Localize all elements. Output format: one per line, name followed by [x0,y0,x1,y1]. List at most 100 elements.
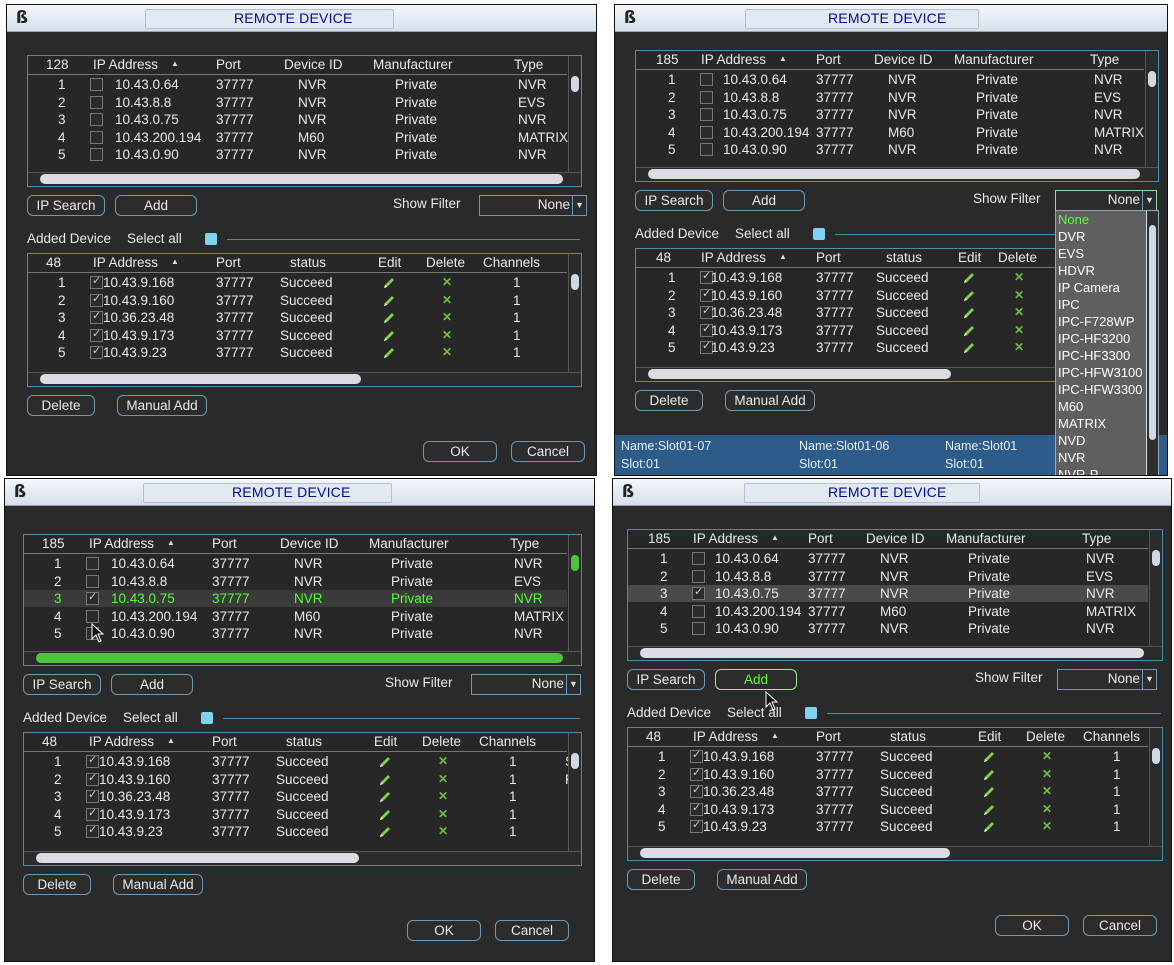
column-header-device-id[interactable]: Device ID [874,51,933,69]
ok-button[interactable]: OK [995,915,1069,936]
column-header-ip-address[interactable]: IP Address [701,51,766,69]
filter-option[interactable]: IPC-HFW3100 [1056,364,1146,382]
filter-option[interactable]: NVR [1056,449,1146,467]
column-header-status[interactable]: status [290,254,326,272]
filter-option[interactable]: IP Camera [1056,279,1146,297]
add-button[interactable]: Add [115,195,197,216]
delete-x-icon[interactable]: ✕ [1014,324,1026,336]
added-device-table[interactable]: 48 IP Address ▲ Port status Edit Delete Channel… [627,727,1163,861]
column-header-status[interactable]: status [890,728,926,746]
column-header-port[interactable]: Port [816,51,841,69]
select-all-checkbox[interactable] [205,233,217,245]
added-table-row[interactable]: 5 ✓ 10.43.9.23 37777 Succeed ✕ 1 [24,823,567,840]
delete-x-icon[interactable]: ✕ [1042,750,1054,762]
scroll-thumb[interactable] [40,174,563,184]
delete-x-icon[interactable]: ✕ [1014,341,1026,353]
row-checkbox[interactable]: ✓ [90,328,103,342]
edit-pencil-icon[interactable] [982,803,996,817]
column-header-type[interactable]: Type [1082,530,1111,548]
added-table-row[interactable]: 2✓10.43.9.16037777Succeed✕1F [24,771,573,788]
search-result-table[interactable]: 128 IP Address ▲ Port Device ID Manufacturer T… [27,55,582,187]
delete-x-icon[interactable]: ✕ [442,294,454,306]
column-header-port[interactable]: Port [816,728,841,746]
filter-option[interactable]: DVR [1056,228,1146,246]
column-header-delete[interactable]: Delete [998,249,1037,267]
ip-search-button[interactable]: IP Search [23,674,101,695]
added-table-row[interactable]: 3 ✓ 10.36.23.48 37777 Succeed ✕ 1 [628,783,1148,800]
add-button[interactable]: Add [715,669,797,690]
scroll-thumb[interactable] [648,369,951,379]
row-checkbox[interactable] [700,73,713,86]
column-header-channels[interactable]: Channels [1083,728,1140,746]
cancel-button[interactable]: Cancel [1083,915,1157,936]
row-checkbox[interactable]: ✓ [692,586,705,600]
ip-search-button[interactable]: IP Search [635,190,713,211]
row-checkbox[interactable]: ✓ [86,824,99,838]
column-header-type[interactable]: Type [514,56,543,74]
scroll-thumb[interactable] [36,653,563,663]
row-checkbox[interactable] [90,130,103,144]
column-header-manufacturer[interactable]: Manufacturer [946,530,1026,548]
delete-button[interactable]: Delete [23,874,91,895]
row-checkbox[interactable]: ✓ [690,784,703,798]
search-horizontal-scrollbar[interactable] [636,167,1158,181]
added-vertical-scrollbar[interactable] [1149,728,1162,846]
row-checkbox[interactable] [692,569,705,583]
edit-pencil-icon[interactable] [378,825,392,839]
row-checkbox[interactable] [700,125,713,139]
row-checkbox[interactable]: ✓ [690,767,703,781]
row-checkbox[interactable] [700,143,713,156]
column-header-port[interactable]: Port [216,56,241,74]
column-header-device-id[interactable]: Device ID [280,535,339,553]
delete-x-icon[interactable]: ✕ [438,808,450,820]
added-table-row[interactable]: 4 ✓ 10.43.9.173 37777 Succeed ✕ 1 [628,801,1148,818]
row-checkbox[interactable] [86,574,99,588]
search-vertical-scrollbar[interactable] [1145,51,1158,167]
chevron-down-icon[interactable]: ▼ [1142,670,1156,689]
edit-pencil-icon[interactable] [382,311,396,325]
search-vertical-scrollbar[interactable] [1149,530,1162,646]
row-checkbox[interactable]: ✓ [690,819,703,833]
search-table-row[interactable]: 3 ✓ 10.43.0.75 37777 NVR Private NVR [628,585,1148,602]
delete-x-icon[interactable]: ✕ [442,276,454,288]
delete-x-icon[interactable]: ✕ [1014,306,1026,318]
delete-x-icon[interactable]: ✕ [442,311,454,323]
row-checkbox[interactable]: ✓ [86,789,99,803]
column-header-delete[interactable]: Delete [422,733,461,751]
scroll-thumb[interactable] [571,753,579,769]
edit-pencil-icon[interactable] [962,324,976,338]
search-table-row[interactable]: 2 10.43.8.8 37777 NVR Private EVS [28,94,567,111]
scroll-thumb[interactable] [571,555,579,571]
delete-x-icon[interactable]: ✕ [1014,271,1026,283]
search-table-row[interactable]: 5 10.43.0.90 37777 NVR Private NVR [28,146,567,163]
delete-button[interactable]: Delete [27,395,95,416]
added-table-row[interactable]: 2✓10.43.9.16037777Succeed✕1F [628,766,1148,783]
select-all-checkbox[interactable] [201,712,213,724]
row-checkbox[interactable]: ✓ [86,807,99,821]
search-table-row[interactable]: 4 10.43.200.194 37777 M60 Private MATRIX [636,124,1144,141]
filter-option[interactable]: IPC-HFW3300 [1056,381,1146,399]
delete-x-icon[interactable]: ✕ [1042,803,1054,815]
ok-button[interactable]: OK [407,920,481,941]
row-checkbox[interactable] [86,609,99,623]
column-header-ip-address[interactable]: IP Address [89,535,154,553]
edit-pencil-icon[interactable] [962,271,976,285]
edit-pencil-icon[interactable] [382,329,396,343]
manual-add-button[interactable]: Manual Add [725,390,815,411]
select-all-checkbox[interactable] [813,228,825,240]
column-header-status[interactable]: status [286,733,322,751]
show-filter-select[interactable]: None ▼ [479,195,587,216]
column-header-device-id[interactable]: Device ID [284,56,343,74]
delete-x-icon[interactable]: ✕ [442,346,454,358]
filter-option[interactable]: IPC-HF3200 [1056,330,1146,348]
column-header-port[interactable]: Port [212,535,237,553]
search-table-row[interactable]: 3 10.43.0.75 37777 NVR Private NVR [636,106,1144,123]
cancel-button[interactable]: Cancel [495,920,569,941]
added-device-table[interactable]: 48 IP Address ▲ Port status Edit Delete Channel… [23,732,582,866]
added-table-row[interactable]: 1✓10.43.9.16837777Succeed✕1S [628,748,1148,765]
column-header-ip-address[interactable]: IP Address [693,530,758,548]
column-header-port[interactable]: Port [808,530,833,548]
scroll-thumb[interactable] [571,76,579,92]
row-checkbox[interactable] [700,90,713,104]
column-header-delete[interactable]: Delete [1026,728,1065,746]
